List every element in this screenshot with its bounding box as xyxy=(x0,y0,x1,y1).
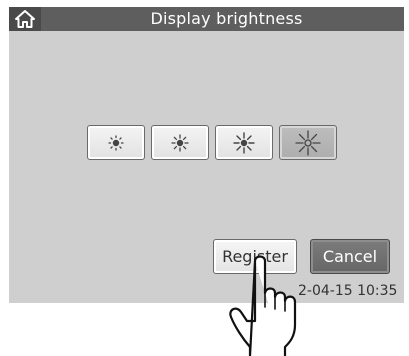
sun-icon xyxy=(108,134,124,151)
brightness-level-4-button[interactable] xyxy=(279,125,337,160)
cancel-button[interactable]: Cancel xyxy=(310,239,390,274)
sun-icon xyxy=(295,129,321,156)
brightness-level-2-button[interactable] xyxy=(151,125,209,160)
home-button[interactable] xyxy=(9,7,41,31)
sun-icon xyxy=(171,133,189,152)
brightness-level-1-button[interactable] xyxy=(87,125,145,160)
sun-icon xyxy=(233,131,255,154)
brightness-level-3-button[interactable] xyxy=(215,125,273,160)
title-bar: Display brightness xyxy=(9,7,404,31)
datetime-display: 2-04-15 10:35 xyxy=(298,283,398,299)
home-icon xyxy=(15,10,35,28)
device-screen: Display brightness Register Cancel 2-04-… xyxy=(9,7,404,303)
pointing-hand-icon xyxy=(229,255,297,356)
page-title: Display brightness xyxy=(150,9,303,28)
